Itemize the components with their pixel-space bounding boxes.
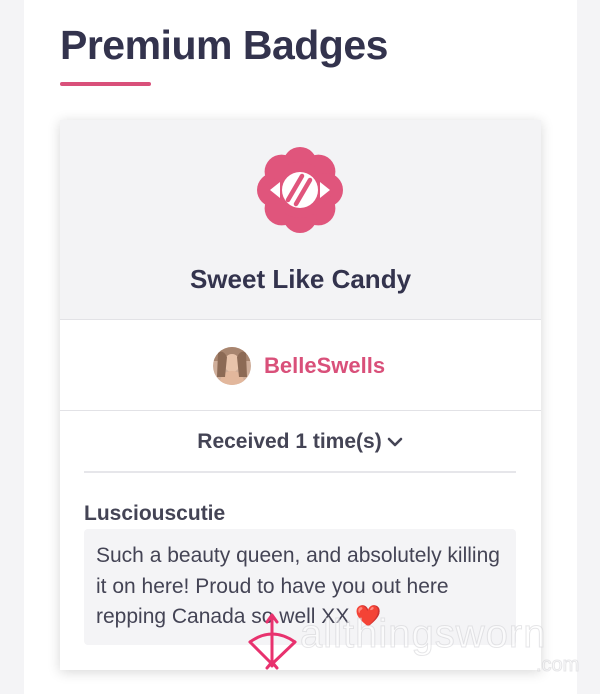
giver-username: Lusciouscutie (84, 502, 226, 525)
badge-name: Sweet Like Candy (189, 264, 412, 294)
watermark-suffix: .com (535, 654, 580, 677)
title-underline (60, 82, 151, 86)
received-label: Received 1 time(s) (197, 430, 382, 453)
chevron-down-icon (387, 438, 403, 447)
heart-emoji: ❤️ (355, 605, 382, 628)
owner-username-link[interactable]: BelleSwells (264, 353, 385, 379)
avatar[interactable] (213, 347, 251, 385)
received-toggle[interactable]: Received 1 time(s) (60, 430, 541, 454)
page-title: Premium Badges (60, 22, 388, 68)
badge-message: Such a beauty queen, and absolutely kill… (84, 529, 516, 645)
badge-card: Sweet Like Candy BelleSwells Received 1 … (60, 120, 541, 670)
badge-header: Sweet Like Candy (60, 120, 541, 320)
bow-and-arrow-logo (248, 613, 297, 670)
owner-row[interactable]: BelleSwells (60, 321, 541, 411)
candy-flower-icon (257, 147, 343, 233)
divider (84, 471, 516, 473)
